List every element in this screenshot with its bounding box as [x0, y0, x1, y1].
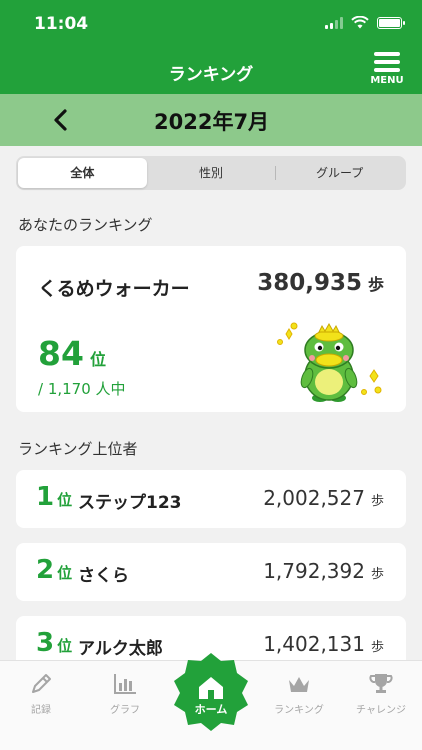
tab-ranking-label: ランキング — [274, 705, 324, 716]
cellular-signal-icon — [325, 16, 343, 29]
my-steps-unit: 歩 — [367, 275, 384, 294]
menu-button[interactable]: MENU — [366, 52, 408, 92]
tab-gender[interactable]: 性別 — [147, 158, 276, 188]
tab-record[interactable]: 記録 — [6, 669, 76, 716]
tab-challenge[interactable]: チャレンジ — [346, 669, 416, 716]
month-selector: 2022年7月 — [0, 94, 422, 146]
bar-chart-icon — [114, 674, 136, 694]
rank-position: 2位 — [36, 555, 72, 585]
tab-home[interactable]: ホーム — [170, 651, 252, 733]
home-badge-icon — [174, 653, 248, 731]
user-name: さくら — [78, 566, 129, 586]
wifi-icon — [351, 16, 369, 29]
rank-position: 1位 — [36, 482, 72, 512]
my-rank-value: 84 — [38, 334, 84, 373]
user-name: ステップ123 — [78, 493, 182, 513]
my-rank: 84 位 — [38, 334, 106, 373]
rank-unit: 位 — [57, 491, 73, 509]
user-name: アルク太郎 — [78, 639, 163, 659]
user-steps-unit: 歩 — [370, 567, 384, 582]
my-steps-value: 380,935 — [257, 270, 362, 296]
pencil-icon — [32, 674, 51, 693]
chevron-left-icon — [54, 109, 67, 131]
trophy-icon — [369, 674, 393, 693]
tab-home-label: ホーム — [194, 703, 228, 716]
user-steps-value: 1,792,392 — [263, 559, 365, 583]
status-bar: 11:04 — [0, 0, 422, 48]
ranking-scope-tabs: 全体 性別 グループ — [16, 156, 406, 190]
ranking-row[interactable]: 2位 さくら 1,792,392 歩 — [16, 543, 406, 601]
crown-icon — [289, 677, 309, 692]
rank-number: 1 — [36, 482, 55, 512]
tab-group[interactable]: グループ — [275, 158, 404, 188]
rank-unit: 位 — [57, 637, 73, 655]
tab-all[interactable]: 全体 — [18, 158, 147, 188]
participant-total: / 1,170 人中 — [38, 380, 126, 398]
previous-month-button[interactable] — [44, 104, 78, 136]
my-ranking-heading: あなたのランキング — [18, 216, 153, 234]
user-steps: 2,002,527 歩 — [263, 486, 384, 510]
battery-icon — [377, 16, 405, 29]
hamburger-icon — [374, 52, 400, 72]
top-ranking-heading: ランキング上位者 — [18, 440, 138, 458]
tab-graph[interactable]: グラフ — [90, 669, 160, 716]
kappa-mascot-illustration — [277, 322, 382, 402]
rank-unit: 位 — [57, 564, 73, 582]
my-ranking-card: くるめウォーカー 380,935 歩 84 位 / 1,170 人中 — [16, 246, 406, 412]
ranking-row[interactable]: 1位 ステップ123 2,002,527 歩 — [16, 470, 406, 528]
my-steps: 380,935 歩 — [257, 270, 384, 296]
user-steps-value: 2,002,527 — [263, 486, 365, 510]
rank-number: 2 — [36, 555, 55, 585]
tab-graph-label: グラフ — [110, 705, 140, 716]
user-steps-unit: 歩 — [370, 494, 384, 509]
menu-label: MENU — [370, 75, 404, 86]
my-rank-unit: 位 — [89, 350, 106, 369]
rank-position: 3位 — [36, 628, 72, 658]
rank-number: 3 — [36, 628, 55, 658]
bottom-tab-bar: 記録 グラフ ホーム ランキング チャレンジ — [0, 653, 422, 750]
user-steps: 1,402,131 歩 — [263, 632, 384, 656]
user-steps: 1,792,392 歩 — [263, 559, 384, 583]
page-title: ランキング — [168, 65, 254, 85]
status-icons — [325, 16, 405, 29]
tab-ranking[interactable]: ランキング — [264, 669, 334, 716]
tab-record-label: 記録 — [31, 705, 51, 716]
month-label: 2022年7月 — [154, 110, 270, 134]
app-header: ランキング MENU — [0, 48, 422, 94]
tab-challenge-label: チャレンジ — [356, 705, 406, 716]
group-name: くるめウォーカー — [38, 278, 190, 300]
status-time: 11:04 — [34, 14, 89, 34]
user-steps-value: 1,402,131 — [263, 632, 365, 656]
user-steps-unit: 歩 — [370, 640, 384, 655]
